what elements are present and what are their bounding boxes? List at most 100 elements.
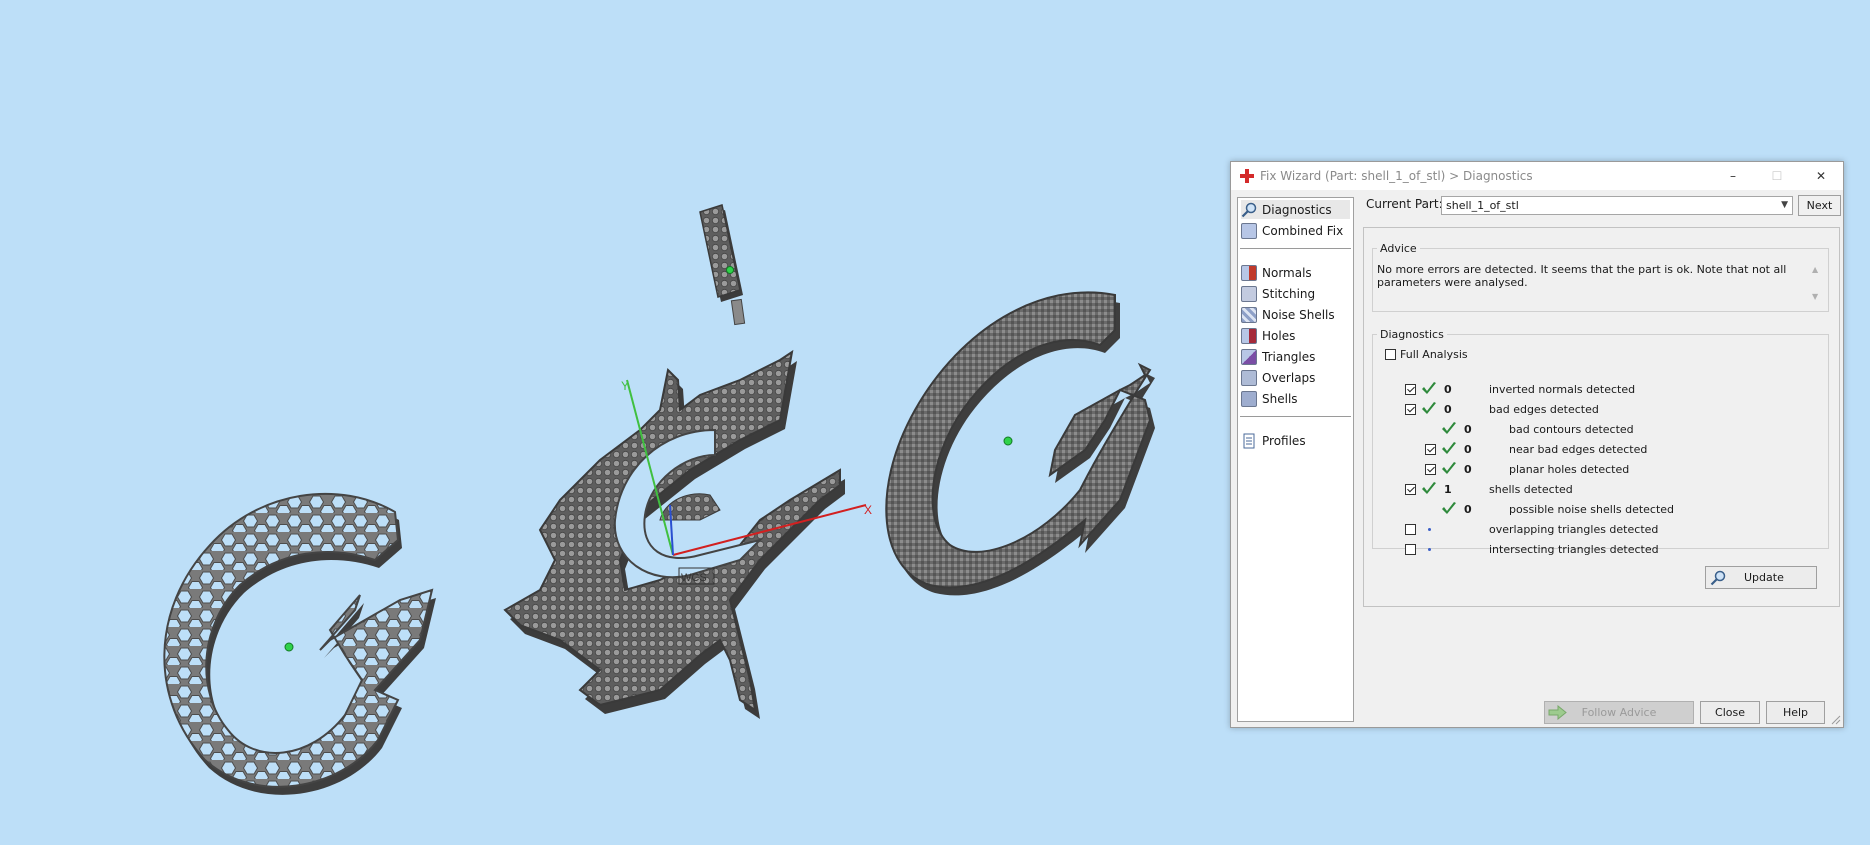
holes-cube-icon — [1241, 327, 1257, 344]
green-check-icon — [1422, 482, 1436, 494]
nav-label: Shells — [1262, 391, 1298, 406]
nav-item-overlaps[interactable]: Overlaps — [1241, 368, 1350, 387]
close-window-button[interactable]: ✕ — [1799, 162, 1843, 190]
diag-row-checkbox[interactable] — [1405, 384, 1416, 395]
advice-scrollbar[interactable]: ▲ ▼ — [1812, 265, 1824, 305]
diag-row-checkbox[interactable] — [1405, 524, 1416, 535]
follow-advice-button[interactable]: Follow Advice — [1544, 701, 1694, 724]
nav-item-diagnostics[interactable]: Diagnostics — [1241, 200, 1350, 219]
fix-wizard-dialog: Fix Wizard (Part: shell_1_of_stl) > Diag… — [1230, 161, 1844, 728]
minimize-button[interactable]: – — [1711, 162, 1755, 190]
nav-label: Noise Shells — [1262, 307, 1335, 322]
diag-count: 0 — [1464, 503, 1472, 516]
dialog-title: Fix Wizard (Part: shell_1_of_stl) > Diag… — [1260, 169, 1533, 183]
diag-count: 0 — [1444, 383, 1452, 396]
right-g-model[interactable] — [885, 291, 1155, 596]
current-part-label: Current Part: — [1366, 197, 1443, 211]
help-button[interactable]: Help — [1766, 701, 1825, 724]
diag-label: planar holes detected — [1509, 463, 1630, 476]
wizard-nav-panel: Diagnostics Combined Fix Normals Stitchi… — [1237, 197, 1354, 722]
next-button[interactable]: Next — [1798, 195, 1841, 216]
document-icon — [1243, 433, 1255, 448]
triangles-icon — [1241, 348, 1257, 365]
nav-label: Triangles — [1262, 349, 1316, 364]
nav-label: Profiles — [1262, 433, 1306, 448]
green-check-icon — [1442, 502, 1456, 514]
resize-grip-icon[interactable] — [1831, 715, 1841, 725]
not-analysed-dot — [1428, 548, 1431, 551]
maximize-button[interactable]: ☐ — [1755, 162, 1799, 190]
nav-label: Combined Fix — [1262, 223, 1344, 238]
diag-row-checkbox[interactable] — [1405, 404, 1416, 415]
diag-label: intersecting triangles detected — [1489, 543, 1659, 556]
nav-item-noise-shells[interactable]: Noise Shells — [1241, 305, 1350, 324]
diag-count: 0 — [1464, 463, 1472, 476]
axis-y-label: Y — [621, 379, 629, 393]
noise-shells-icon — [1241, 306, 1257, 323]
diag-row-checkbox[interactable] — [1405, 484, 1416, 495]
magnifier-icon — [1710, 570, 1726, 585]
shells-icon — [1241, 390, 1257, 407]
diagnostics-legend: Diagnostics — [1380, 328, 1444, 341]
nav-divider — [1240, 248, 1351, 249]
advice-group: Advice No more errors are detected. It s… — [1372, 242, 1829, 312]
close-icon: ✕ — [1815, 169, 1827, 183]
nav-label: Holes — [1262, 328, 1296, 343]
arrow-right-icon — [1548, 705, 1567, 720]
follow-advice-label: Follow Advice — [1581, 706, 1657, 719]
diag-label: inverted normals detected — [1489, 383, 1636, 396]
maximize-icon: ☐ — [1771, 169, 1783, 183]
axis-x-label: X — [864, 503, 872, 517]
close-button[interactable]: Close — [1700, 701, 1760, 724]
nav-item-combined-fix[interactable]: Combined Fix — [1241, 221, 1350, 240]
cube-icon — [1241, 222, 1257, 239]
diag-count: 1 — [1444, 483, 1452, 496]
diag-label: possible noise shells detected — [1509, 503, 1675, 516]
bail-model[interactable] — [699, 204, 746, 326]
nav-item-shells[interactable]: Shells — [1241, 389, 1350, 408]
left-g-model[interactable] — [163, 492, 436, 795]
not-analysed-dot — [1428, 528, 1431, 531]
diag-label: bad edges detected — [1489, 403, 1599, 416]
full-analysis-label: Full Analysis — [1400, 348, 1468, 361]
diag-label: shells detected — [1489, 483, 1573, 496]
diag-count: 0 — [1464, 423, 1472, 436]
stitching-cube-icon — [1241, 285, 1257, 302]
nav-label: Stitching — [1262, 286, 1316, 301]
diag-label: near bad edges detected — [1509, 443, 1648, 456]
nav-label: Normals — [1262, 265, 1312, 280]
nav-label: Overlaps — [1262, 370, 1316, 385]
update-button[interactable]: Update — [1705, 566, 1817, 589]
green-check-icon — [1422, 402, 1436, 414]
magnifier-icon — [1241, 202, 1257, 217]
current-part-select[interactable]: shell_1_of_stl ▼ — [1441, 196, 1793, 215]
diag-label: bad contours detected — [1509, 423, 1634, 436]
green-check-icon — [1422, 382, 1436, 394]
nav-item-triangles[interactable]: Triangles — [1241, 347, 1350, 366]
diag-row-checkbox[interactable] — [1425, 444, 1436, 455]
diag-row-checkbox[interactable] — [1425, 464, 1436, 475]
red-cross-icon — [1240, 169, 1254, 183]
diag-label: overlapping triangles detected — [1489, 523, 1659, 536]
diag-row-checkbox[interactable] — [1405, 544, 1416, 555]
nav-item-normals[interactable]: Normals — [1241, 263, 1350, 282]
wcs-label: WCS — [681, 572, 707, 584]
dialog-titlebar[interactable]: Fix Wizard (Part: shell_1_of_stl) > Diag… — [1231, 162, 1843, 190]
nav-divider — [1240, 416, 1351, 417]
nav-item-holes[interactable]: Holes — [1241, 326, 1350, 345]
green-check-icon — [1442, 462, 1456, 474]
middle-g-model[interactable] — [503, 349, 845, 719]
current-part-value: shell_1_of_stl — [1446, 199, 1519, 212]
normals-cube-icon — [1241, 264, 1257, 281]
diag-count: 0 — [1464, 443, 1472, 456]
nav-label: Diagnostics — [1262, 202, 1332, 217]
nav-item-stitching[interactable]: Stitching — [1241, 284, 1350, 303]
chevron-down-icon: ▼ — [1781, 200, 1788, 210]
update-label: Update — [1744, 571, 1784, 584]
full-analysis-checkbox[interactable] — [1385, 349, 1396, 360]
overlaps-icon — [1241, 369, 1257, 386]
diag-count: 0 — [1444, 403, 1452, 416]
green-check-icon — [1442, 442, 1456, 454]
green-check-icon — [1442, 422, 1456, 434]
nav-item-profiles[interactable]: Profiles — [1241, 431, 1350, 450]
